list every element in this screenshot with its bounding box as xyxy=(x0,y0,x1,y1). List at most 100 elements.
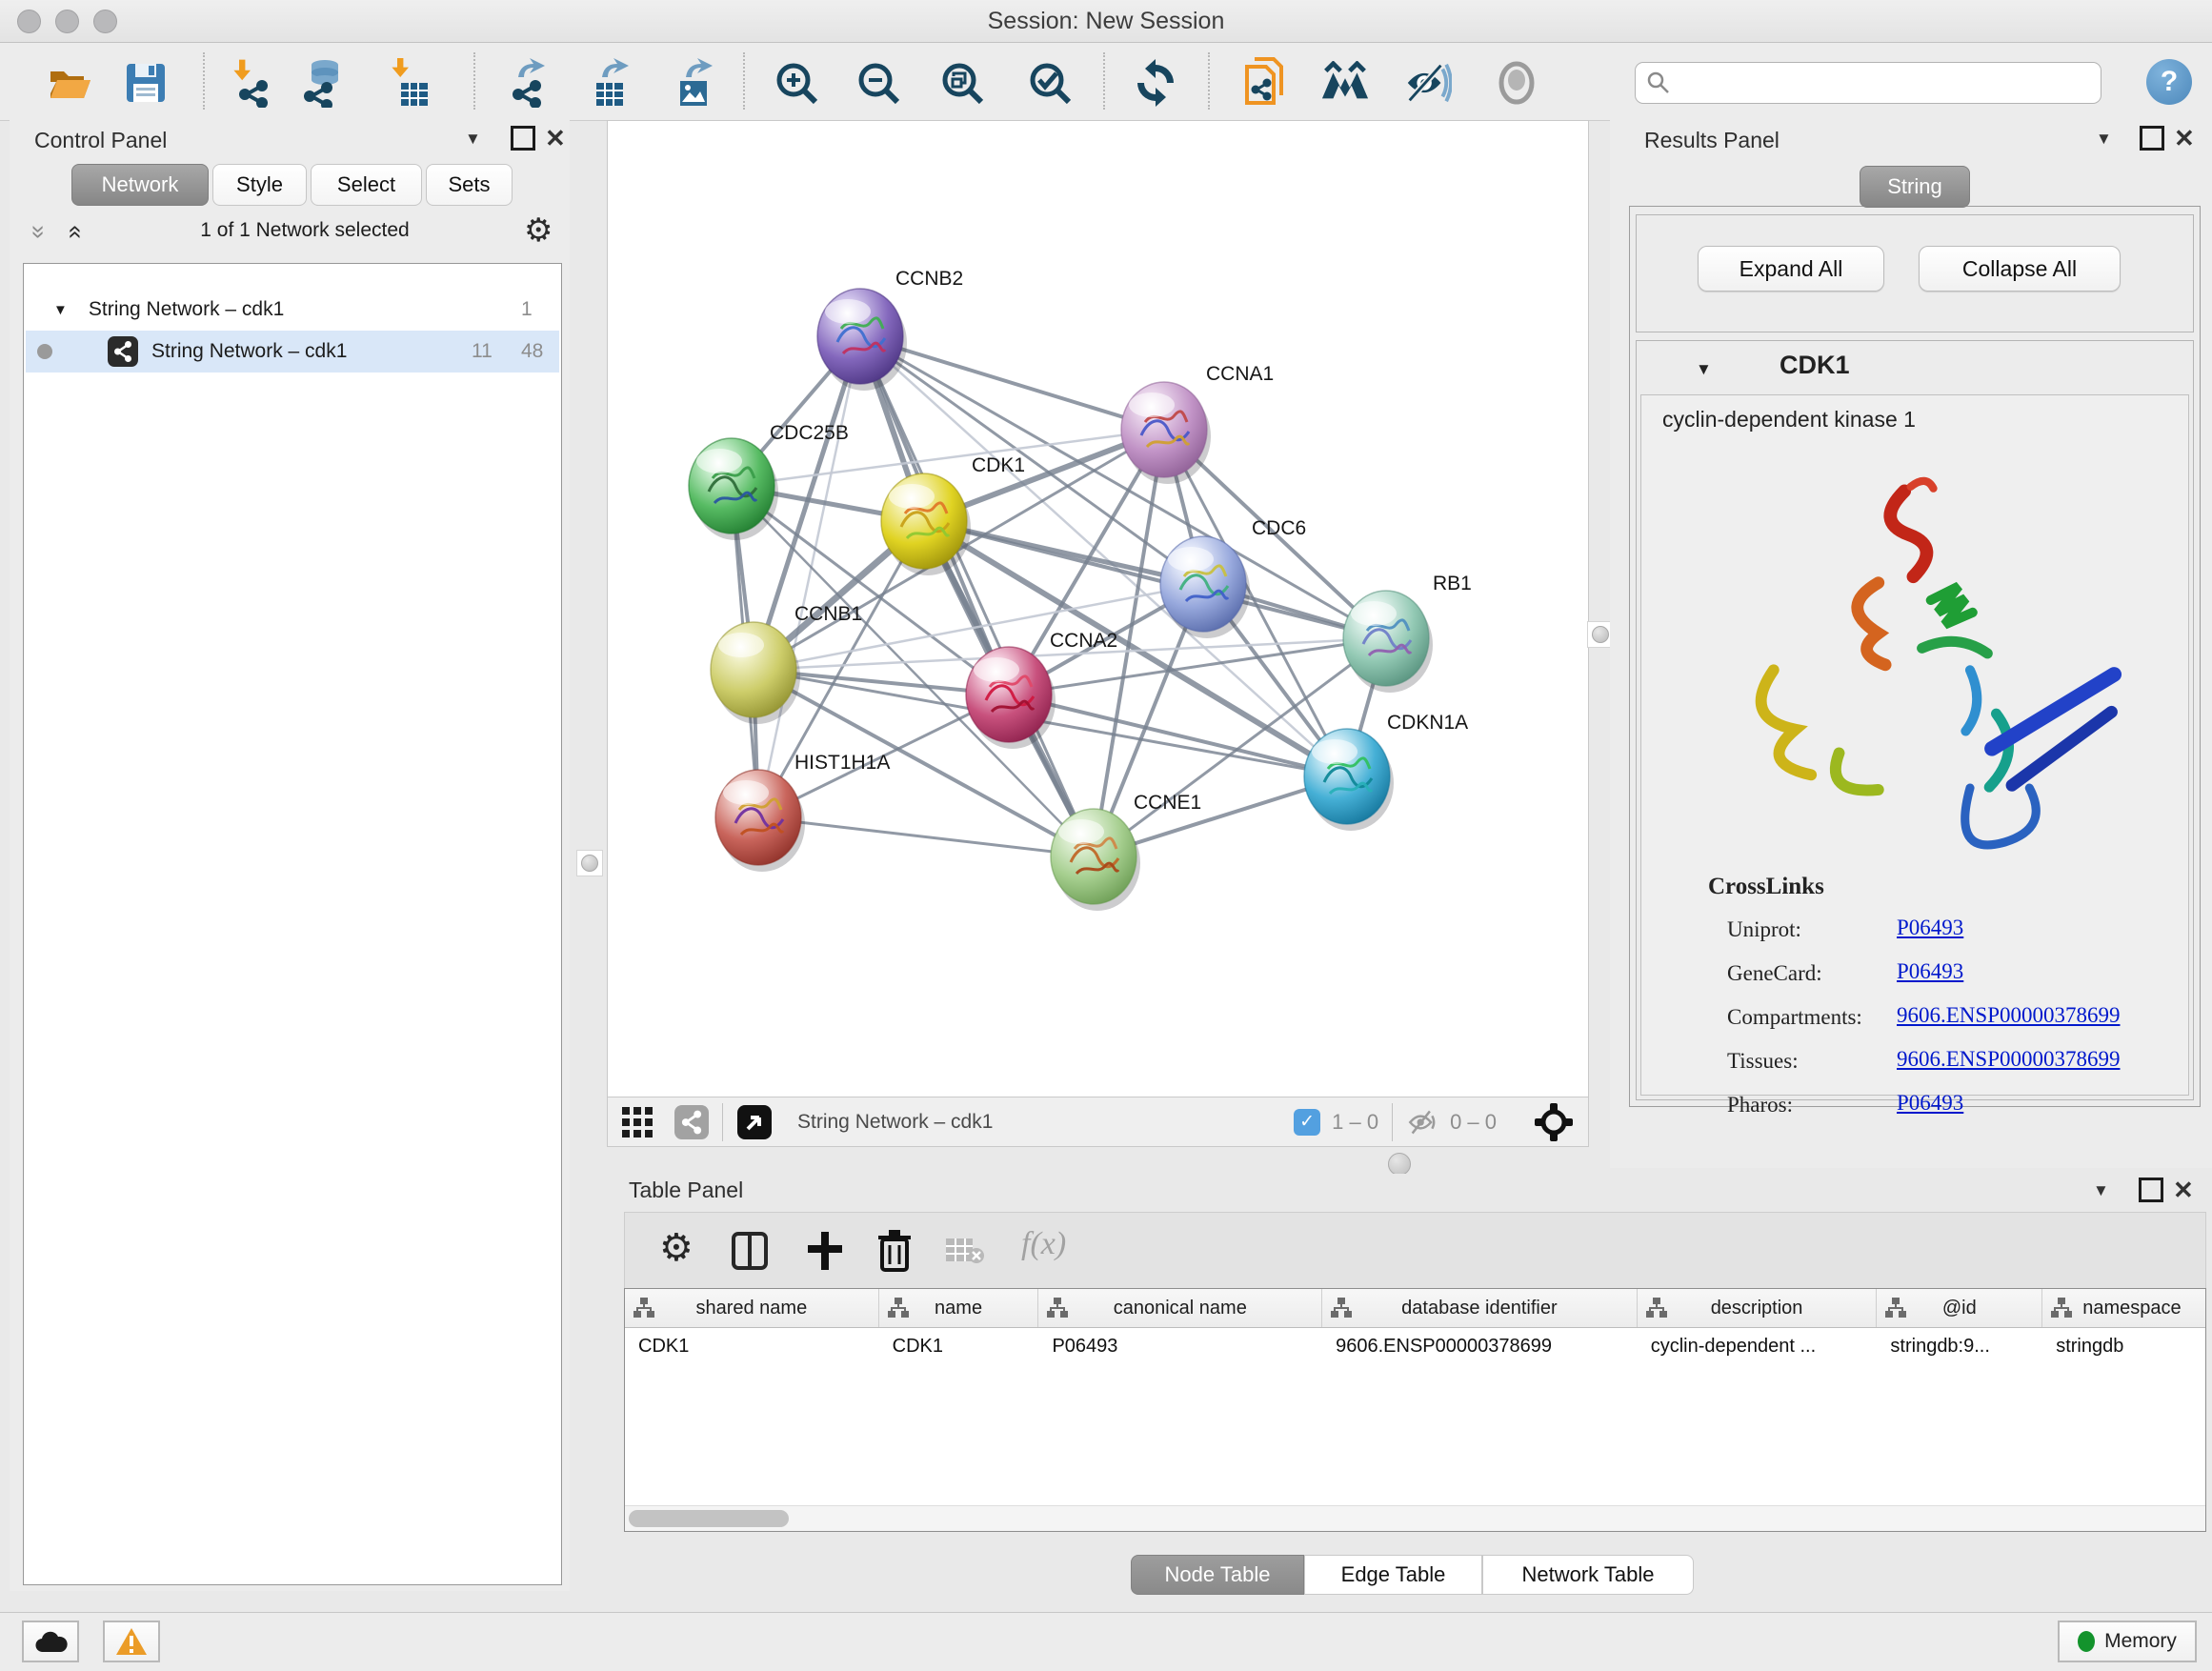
table-settings-gear-icon[interactable]: ⚙ xyxy=(659,1226,694,1270)
cell-description[interactable]: cyclin-dependent ... xyxy=(1638,1328,1878,1364)
network-collection-row[interactable]: ▼ String Network – cdk1 1 xyxy=(26,289,559,331)
warnings-button[interactable] xyxy=(103,1621,160,1662)
fit-selected-crosshair-icon[interactable] xyxy=(1535,1103,1573,1141)
network-view-canvas[interactable]: CCNB2CCNA1CDC25BCDK1CDC6RB1CCNB1CCNA2CDK… xyxy=(607,120,1589,1097)
column-header-canonical-name[interactable]: canonical name xyxy=(1038,1289,1322,1327)
network-node-RB1[interactable]: RB1 xyxy=(1343,573,1472,693)
column-header-shared-name[interactable]: shared name xyxy=(625,1289,879,1327)
tab-style[interactable]: Style xyxy=(212,164,307,206)
birds-eye-view-button[interactable] xyxy=(1320,58,1370,108)
zoom-out-button[interactable] xyxy=(854,58,903,108)
control-panel-close-icon[interactable]: ✕ xyxy=(545,124,566,153)
control-panel-float-icon[interactable] xyxy=(511,126,535,151)
cloud-status-button[interactable] xyxy=(22,1621,79,1662)
network-node-CDC25B[interactable]: CDC25B xyxy=(689,422,849,540)
open-session-button[interactable] xyxy=(45,58,94,108)
tab-string-results[interactable]: String xyxy=(1860,166,1970,208)
expand-all-networks-icon[interactable]: » xyxy=(59,225,89,238)
export-table-button[interactable] xyxy=(584,58,633,108)
apply-layout-button[interactable] xyxy=(1131,58,1180,108)
crosslink-uniprot-link[interactable]: P06493 xyxy=(1897,916,1963,940)
network-node-HIST1H1A[interactable]: HIST1H1A xyxy=(715,752,890,872)
network-node-CCNB2[interactable]: CCNB2 xyxy=(817,268,963,391)
annotation-mode-button[interactable] xyxy=(1238,58,1288,108)
results-panel-menu-arrow-icon[interactable]: ▼ xyxy=(2096,130,2112,149)
scrollbar-thumb[interactable] xyxy=(629,1510,789,1527)
table-row[interactable]: CDK1 CDK1 P06493 9606.ENSP00000378699 cy… xyxy=(625,1328,2205,1364)
column-header-name[interactable]: name xyxy=(879,1289,1039,1327)
tab-network[interactable]: Network xyxy=(71,164,209,206)
graphics-details-icon[interactable] xyxy=(736,1104,773,1140)
network-edge-CCNB2-HIST1H1A[interactable] xyxy=(758,336,860,817)
export-network-button[interactable] xyxy=(500,58,550,108)
network-options-gear-icon[interactable]: ⚙ xyxy=(524,211,553,250)
zoom-in-button[interactable] xyxy=(772,58,821,108)
show-graphics-details-button[interactable] xyxy=(1492,58,1541,108)
delete-column-trash-icon[interactable] xyxy=(876,1228,913,1272)
cell-namespace[interactable]: stringdb xyxy=(2042,1328,2205,1364)
network-row[interactable]: String Network – cdk1 11 48 xyxy=(26,331,559,372)
column-header-namespace[interactable]: namespace xyxy=(2042,1289,2205,1327)
column-header-description[interactable]: description xyxy=(1638,1289,1878,1327)
string-view-icon[interactable] xyxy=(674,1105,709,1139)
network-node-CCNA1[interactable]: CCNA1 xyxy=(1121,363,1274,484)
collapse-all-networks-icon[interactable]: » xyxy=(25,225,54,238)
tab-select[interactable]: Select xyxy=(311,164,422,206)
collection-expand-arrow-icon[interactable]: ▼ xyxy=(53,302,68,318)
import-network-button[interactable] xyxy=(227,58,276,108)
bottom-splitter-handle[interactable] xyxy=(1388,1153,1411,1176)
column-selector-icon[interactable] xyxy=(732,1232,768,1270)
gene-expand-arrow-icon[interactable]: ▼ xyxy=(1696,360,1712,379)
crosslink-compartments-link[interactable]: 9606.ENSP00000378699 xyxy=(1897,1003,2121,1028)
crosslink-tissues-link[interactable]: 9606.ENSP00000378699 xyxy=(1897,1047,2121,1072)
tab-sets[interactable]: Sets xyxy=(426,164,513,206)
zoom-out-icon xyxy=(855,59,902,107)
column-header-database-identifier[interactable]: database identifier xyxy=(1322,1289,1638,1327)
network-edge-CDK1-RB1[interactable] xyxy=(924,521,1386,638)
tab-network-table[interactable]: Network Table xyxy=(1482,1555,1694,1595)
search-text-field[interactable] xyxy=(1672,70,2085,95)
network-edge-HIST1H1A-CCNE1[interactable] xyxy=(758,817,1094,856)
table-panel-menu-arrow-icon[interactable]: ▼ xyxy=(2093,1181,2109,1200)
crosslink-genecard-link[interactable]: P06493 xyxy=(1897,959,1963,984)
network-node-CDKN1A[interactable]: CDKN1A xyxy=(1304,712,1468,831)
results-panel-close-icon[interactable]: ✕ xyxy=(2174,124,2195,153)
control-panel-menu-arrow-icon[interactable]: ▼ xyxy=(465,130,481,149)
network-node-CCNB1[interactable]: CCNB1 xyxy=(711,603,862,724)
table-panel-float-icon[interactable] xyxy=(2139,1178,2163,1202)
cell-database-identifier[interactable]: 9606.ENSP00000378699 xyxy=(1322,1328,1638,1364)
column-type-icon xyxy=(1330,1297,1353,1319)
network-edge-CCNB2-CCNE1[interactable] xyxy=(860,336,1094,856)
crosslink-pharos-link[interactable]: P06493 xyxy=(1897,1091,1963,1116)
results-panel-float-icon[interactable] xyxy=(2140,126,2164,151)
import-network-from-database-button[interactable] xyxy=(296,58,346,108)
collapse-all-button[interactable]: Collapse All xyxy=(1919,246,2121,292)
hidden-eye-slash-icon[interactable] xyxy=(1406,1109,1438,1136)
tab-node-table[interactable]: Node Table xyxy=(1131,1555,1304,1595)
network-node-CDK1[interactable]: CDK1 xyxy=(881,454,1025,575)
hide-graphics-details-button[interactable] xyxy=(1402,58,1452,108)
selected-checkbox[interactable]: ✓ xyxy=(1294,1109,1320,1136)
help-button[interactable]: ? xyxy=(2146,59,2192,105)
zoom-selected-button[interactable] xyxy=(1025,58,1075,108)
save-session-button[interactable] xyxy=(121,58,171,108)
import-table-button[interactable] xyxy=(387,58,436,108)
search-input[interactable] xyxy=(1635,62,2101,104)
expand-all-button[interactable]: Expand All xyxy=(1698,246,1884,292)
left-splitter-handle[interactable] xyxy=(576,850,603,876)
column-header-id[interactable]: @id xyxy=(1877,1289,2042,1327)
node-label-CDKN1A: CDKN1A xyxy=(1387,712,1468,734)
table-horizontal-scrollbar[interactable] xyxy=(625,1505,2205,1531)
network-node-CDC6[interactable]: CDC6 xyxy=(1160,517,1306,638)
table-panel-close-icon[interactable]: ✕ xyxy=(2173,1176,2194,1205)
export-image-button[interactable] xyxy=(668,58,717,108)
tab-edge-table[interactable]: Edge Table xyxy=(1304,1555,1482,1595)
cell-shared-name[interactable]: CDK1 xyxy=(625,1328,879,1364)
memory-button[interactable]: Memory xyxy=(2058,1621,2197,1662)
cell-id[interactable]: stringdb:9... xyxy=(1877,1328,2042,1364)
cell-name[interactable]: CDK1 xyxy=(879,1328,1039,1364)
grid-mode-icon[interactable] xyxy=(621,1106,654,1138)
cell-canonical-name[interactable]: P06493 xyxy=(1038,1328,1322,1364)
zoom-fit-button[interactable] xyxy=(937,58,987,108)
add-column-icon[interactable] xyxy=(806,1230,844,1272)
